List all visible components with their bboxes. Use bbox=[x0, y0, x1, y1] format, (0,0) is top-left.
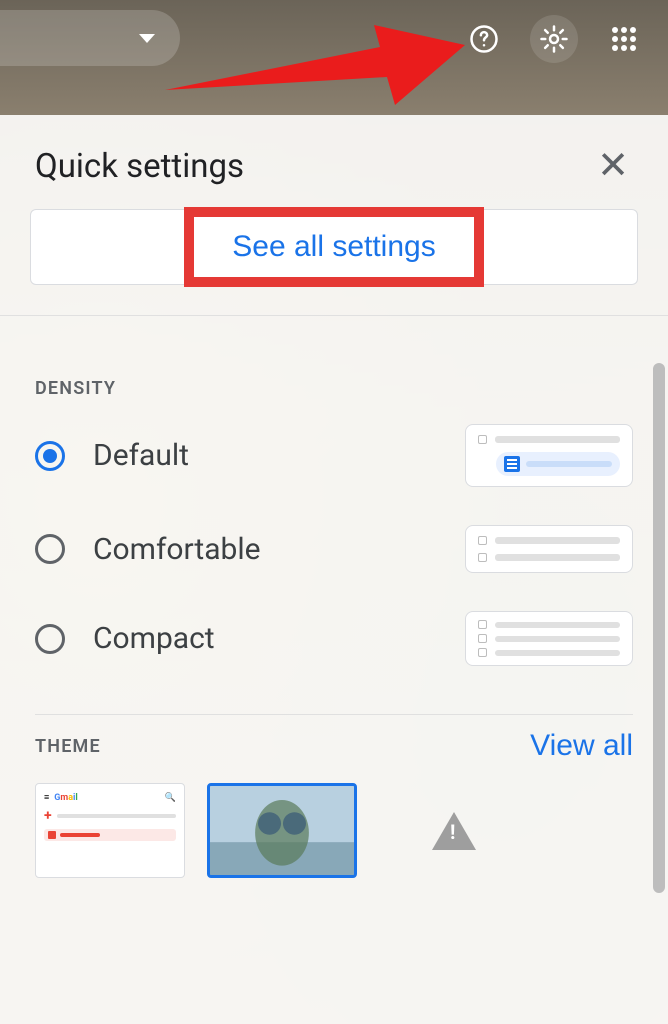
top-bar bbox=[0, 0, 668, 115]
radio-selected-icon bbox=[35, 441, 65, 471]
theme-thumbnail-default[interactable]: ≡Gmail🔍 + bbox=[35, 783, 185, 878]
divider bbox=[35, 714, 633, 715]
theme-header: THEME View all bbox=[35, 729, 633, 763]
gear-icon[interactable] bbox=[530, 15, 578, 63]
density-option-default[interactable]: Default bbox=[35, 424, 633, 487]
see-all-settings-button[interactable]: See all settings bbox=[30, 209, 638, 285]
see-all-container: See all settings bbox=[0, 209, 668, 285]
divider bbox=[0, 315, 668, 316]
panel-header: Quick settings ✕ bbox=[0, 143, 668, 209]
density-label: Compact bbox=[93, 621, 215, 656]
theme-section-label: THEME bbox=[35, 736, 101, 757]
panel-title: Quick settings bbox=[35, 147, 244, 186]
density-option-comfortable[interactable]: Comfortable bbox=[35, 525, 633, 573]
apps-icon[interactable] bbox=[600, 15, 648, 63]
search-collapse[interactable] bbox=[0, 10, 180, 66]
density-preview-comfortable bbox=[465, 525, 633, 573]
help-icon[interactable] bbox=[460, 15, 508, 63]
theme-thumbnail-unavailable[interactable] bbox=[379, 783, 529, 878]
density-option-compact[interactable]: Compact bbox=[35, 611, 633, 666]
density-label: Default bbox=[93, 438, 189, 473]
settings-scroll: DENSITY Default Comfortable bbox=[0, 360, 668, 1024]
caret-down-icon bbox=[139, 34, 155, 43]
scrollbar[interactable] bbox=[653, 363, 665, 893]
density-preview-default bbox=[465, 424, 633, 487]
radio-unselected-icon bbox=[35, 624, 65, 654]
close-icon: ✕ bbox=[597, 145, 629, 187]
density-preview-compact bbox=[465, 611, 633, 666]
density-label: Comfortable bbox=[93, 532, 261, 567]
density-options: Default Comfortable Compact bbox=[35, 424, 633, 666]
warning-icon bbox=[432, 812, 476, 850]
close-button[interactable]: ✕ bbox=[593, 143, 633, 189]
density-section-label: DENSITY bbox=[35, 378, 633, 399]
theme-thumbnails: ≡Gmail🔍 + bbox=[35, 783, 633, 878]
annotation-highlight bbox=[184, 207, 484, 287]
theme-thumbnail-selected[interactable] bbox=[207, 783, 357, 878]
radio-unselected-icon bbox=[35, 534, 65, 564]
theme-view-all-button[interactable]: View all bbox=[530, 729, 633, 763]
quick-settings-panel: Quick settings ✕ See all settings DENSIT… bbox=[0, 115, 668, 1024]
